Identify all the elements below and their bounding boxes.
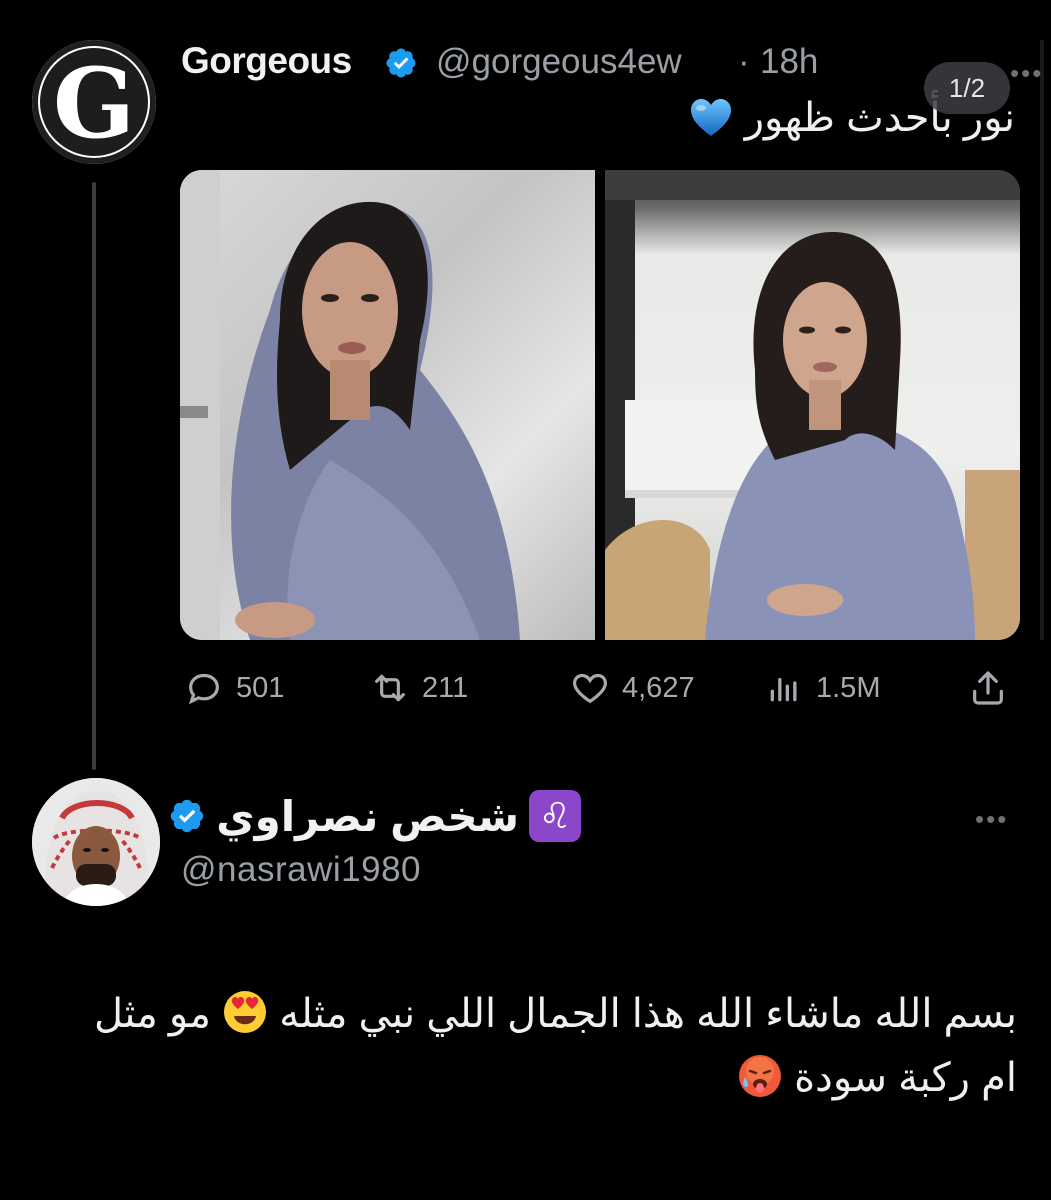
reply-icon bbox=[188, 673, 219, 705]
author-name[interactable]: Gorgeous bbox=[181, 40, 352, 82]
reply-text-part1: بسم الله ماشاء الله هذا الجمال اللي نبي … bbox=[279, 992, 1017, 1036]
media-counter: 1/2 bbox=[924, 62, 1010, 114]
reply-more-options-icon[interactable]: ••• bbox=[975, 804, 1008, 835]
scrollbar[interactable] bbox=[1040, 40, 1044, 640]
views-button[interactable]: 1.5M bbox=[764, 668, 880, 708]
heart-eyes-emoji bbox=[224, 991, 267, 1033]
tweet-time[interactable]: 18h bbox=[760, 42, 818, 82]
separator-dot: · bbox=[738, 42, 750, 81]
verified-badge-icon bbox=[386, 48, 416, 78]
blue-heart-emoji bbox=[690, 99, 731, 136]
reply-count: 501 bbox=[236, 671, 285, 704]
avatar-nasrawi-illustration bbox=[32, 778, 160, 906]
like-heart-icon bbox=[573, 673, 607, 704]
like-button[interactable]: 4,627 bbox=[570, 668, 695, 708]
views-count: 1.5M bbox=[816, 671, 881, 704]
more-options-icon[interactable]: ••• bbox=[1010, 58, 1043, 89]
avatar-letter: G bbox=[53, 47, 135, 160]
reply-author-header[interactable]: ♌ شخص نصراوي bbox=[168, 790, 581, 842]
zodiac-leo-badge: ♌ bbox=[529, 790, 581, 842]
retweet-button[interactable]: 211 bbox=[370, 668, 468, 708]
avatar-nasrawi[interactable] bbox=[32, 778, 160, 906]
retweet-icon bbox=[375, 674, 405, 702]
photo-left-illustration bbox=[180, 170, 521, 640]
reply-text: بسم الله ماشاء الله هذا الجمال اللي نبي … bbox=[57, 982, 1017, 1110]
share-button[interactable] bbox=[968, 668, 1008, 708]
tweet-media-grid[interactable] bbox=[180, 170, 1020, 640]
like-count: 4,627 bbox=[622, 671, 695, 704]
photo-left[interactable] bbox=[180, 170, 595, 640]
photo-right-illustration bbox=[605, 170, 1020, 640]
share-icon bbox=[973, 671, 1003, 705]
reply-button[interactable]: 501 bbox=[184, 668, 284, 708]
reply-author-name[interactable]: شخص نصراوي bbox=[216, 792, 519, 841]
photo-right[interactable] bbox=[605, 170, 1020, 640]
reply-author-handle[interactable]: @nasrawi1980 bbox=[181, 850, 421, 890]
verified-badge-icon bbox=[170, 799, 204, 833]
retweet-count: 211 bbox=[422, 671, 469, 704]
thread-connector bbox=[92, 182, 96, 770]
views-chart-icon bbox=[770, 678, 797, 702]
author-handle[interactable]: @gorgeous4ew bbox=[436, 42, 682, 82]
avatar-gorgeous[interactable]: G bbox=[32, 40, 156, 164]
hot-face-emoji bbox=[738, 1055, 781, 1097]
